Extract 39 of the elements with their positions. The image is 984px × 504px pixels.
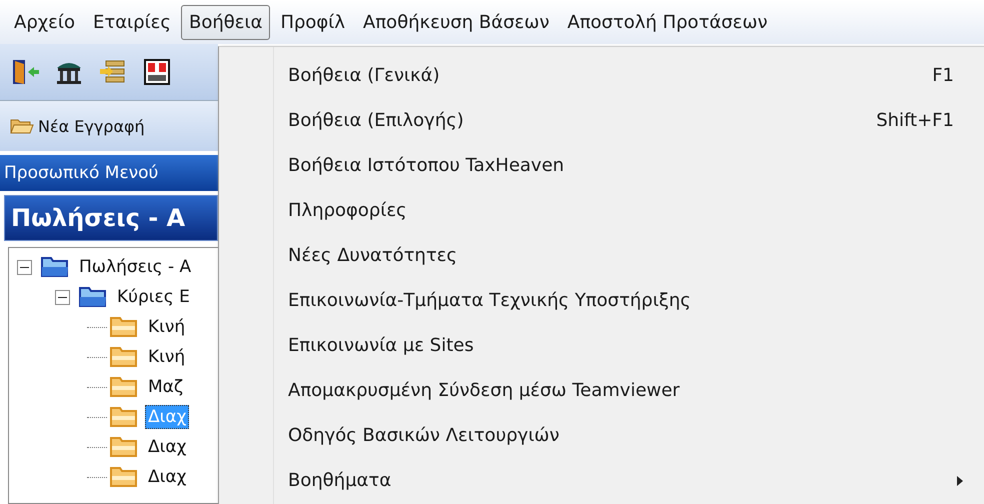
menu-item[interactable]: Νέες Δυνατότητες [288, 233, 964, 278]
menu-item[interactable]: Επικοινωνία-Τμήματα Τεχνικής Υποστήριξης [288, 278, 964, 323]
folder-icon [109, 315, 139, 339]
folder-icon [109, 375, 139, 399]
menu-item[interactable]: Οδηγός Βασικών Λειτουργιών [288, 413, 964, 458]
folder-icon [109, 465, 139, 489]
menu-bar-item[interactable]: Βοήθεια [180, 4, 270, 40]
menu-item[interactable]: Βοήθεια (Επιλογής) Shift+F1 [288, 98, 964, 143]
folder-icon [109, 435, 139, 459]
menu-item[interactable]: Απομακρυσμένη Σύνδεση μέσω Teamviewer [288, 368, 964, 413]
menu-item[interactable]: Βοήθεια (Γενικά) F1 [288, 53, 964, 98]
folder-icon [10, 117, 34, 135]
shortcut-label: Shift+F1 [876, 110, 955, 131]
tree-item[interactable]: Κινή [145, 345, 188, 369]
folder-icon [78, 285, 108, 309]
menu-bar-item[interactable]: Εταιρίες [84, 4, 179, 40]
menu-item[interactable]: Πληροφορίες [288, 188, 964, 233]
collapse-toggle[interactable] [55, 290, 70, 304]
menu-bar-item[interactable]: Αποστολή Προτάσεων [559, 4, 776, 40]
folder-icon [40, 255, 70, 279]
tree-item[interactable]: Διαχ [145, 465, 190, 489]
menu-bar-item[interactable]: Αρχείο [6, 4, 83, 40]
menu-bar-item[interactable]: Προφίλ [272, 4, 354, 40]
tree-item[interactable]: Κινή [145, 315, 188, 339]
menu-bar-item[interactable]: Αποθήκευση Βάσεων [355, 4, 558, 40]
personal-menu-bar[interactable]: Προσωπικό Μενού [0, 155, 218, 191]
exit-door-icon[interactable] [10, 57, 40, 87]
tree-item[interactable]: Πωλήσεις - Α [76, 255, 194, 279]
collapse-toggle[interactable] [17, 260, 32, 274]
menu-item[interactable]: Επικοινωνία με Sites [288, 323, 964, 368]
section-title: Πωλήσεις - Α [4, 195, 218, 241]
menu-item[interactable]: Βοηθήματα [288, 458, 964, 503]
tree-item[interactable]: Μαζ [145, 375, 186, 399]
shortcut-label: F1 [932, 65, 955, 86]
folder-icon [109, 405, 139, 429]
tree-item[interactable]: Διαχ [145, 435, 190, 459]
menu-item[interactable]: Βοήθεια Ιστότοπου TaxHeaven [288, 143, 964, 188]
folder-icon [109, 345, 139, 369]
tree-item[interactable]: Κύριες Ε [114, 285, 193, 309]
